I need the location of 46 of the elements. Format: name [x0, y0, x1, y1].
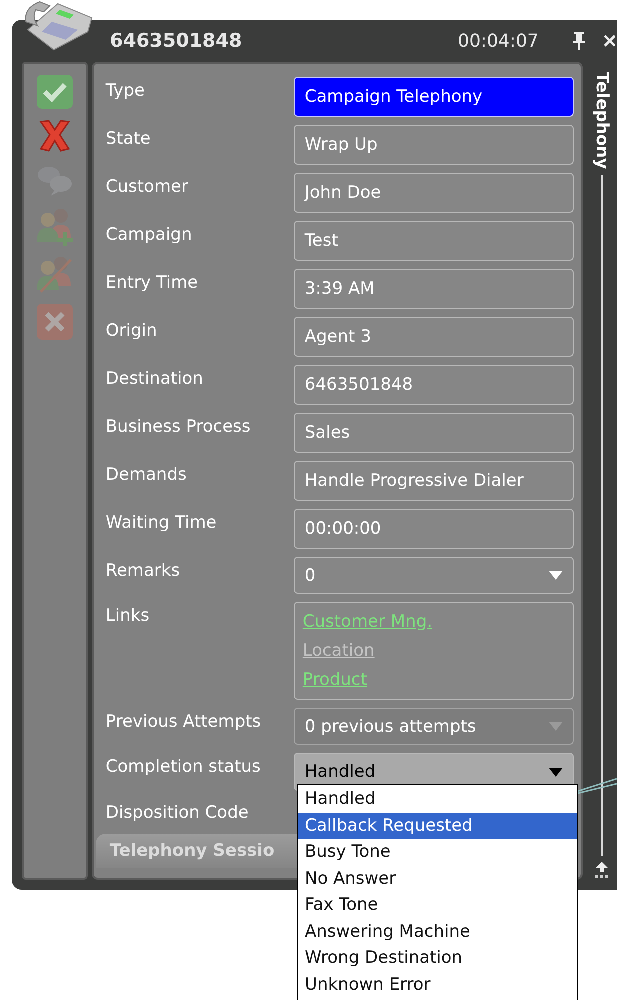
field-label: Customer	[106, 176, 190, 198]
expand-icon[interactable]	[594, 862, 610, 880]
phone-number: 6463501848	[110, 30, 244, 52]
pin-icon[interactable]	[572, 31, 586, 51]
text-field[interactable]: 00:00:00	[294, 509, 574, 549]
close-icon[interactable]	[604, 34, 615, 48]
field-label: State	[106, 128, 152, 150]
field-label: Business Process	[106, 416, 252, 438]
checkmark-icon[interactable]	[34, 74, 75, 110]
dropdown-option[interactable]: Busy Tone	[298, 839, 577, 866]
field-label: Demands	[106, 464, 188, 486]
field-label: Origin	[106, 320, 158, 342]
text-field[interactable]: Wrap Up	[294, 125, 574, 165]
text-field[interactable]: Agent 3	[294, 317, 574, 357]
text-field[interactable]: 3:39 AM	[294, 269, 574, 309]
field-label: Entry Time	[106, 272, 200, 294]
dropdown-option[interactable]: No Answer	[298, 866, 577, 892]
call-timer: 00:04:07	[458, 30, 540, 52]
caret-icon	[548, 722, 563, 731]
dropdown-option[interactable]: Fax Tone	[298, 892, 577, 918]
text-field[interactable]: Handle Progressive Dialer	[294, 461, 574, 501]
field-label: Waiting Time	[106, 512, 218, 534]
text-field[interactable]: Sales	[294, 413, 574, 453]
text-field[interactable]: John Doe	[294, 173, 574, 213]
field-label: Destination	[106, 368, 204, 390]
text-field[interactable]: Test	[294, 221, 574, 261]
field-label: Remarks	[106, 560, 182, 582]
field-label: Campaign	[106, 224, 194, 246]
field-label: Disposition Code	[106, 802, 250, 824]
leader-line	[576, 778, 617, 794]
dropdown-option[interactable]: Callback Requested	[298, 812, 577, 839]
text-field[interactable]: Campaign Telephony	[294, 77, 574, 117]
dropdown-option[interactable]: Wrong Destination	[298, 945, 577, 972]
dropdown-field[interactable]: 0	[294, 557, 574, 594]
field-label: Type	[106, 80, 146, 102]
link[interactable]: Product	[302, 669, 368, 692]
telephony-tab[interactable]: Telephony	[592, 72, 612, 170]
field-label: Links	[106, 605, 151, 627]
dropdown-option[interactable]: Unknown Error	[298, 972, 577, 998]
caret-icon	[548, 571, 563, 580]
field-label: Completion status	[106, 756, 262, 778]
dropdown-option[interactable]: Answering Machine	[298, 918, 577, 945]
caret-icon	[548, 768, 563, 776]
link[interactable]: Customer Mng.	[302, 610, 433, 633]
field-label: Previous Attempts	[106, 711, 262, 733]
text-field[interactable]: 6463501848	[294, 365, 574, 405]
